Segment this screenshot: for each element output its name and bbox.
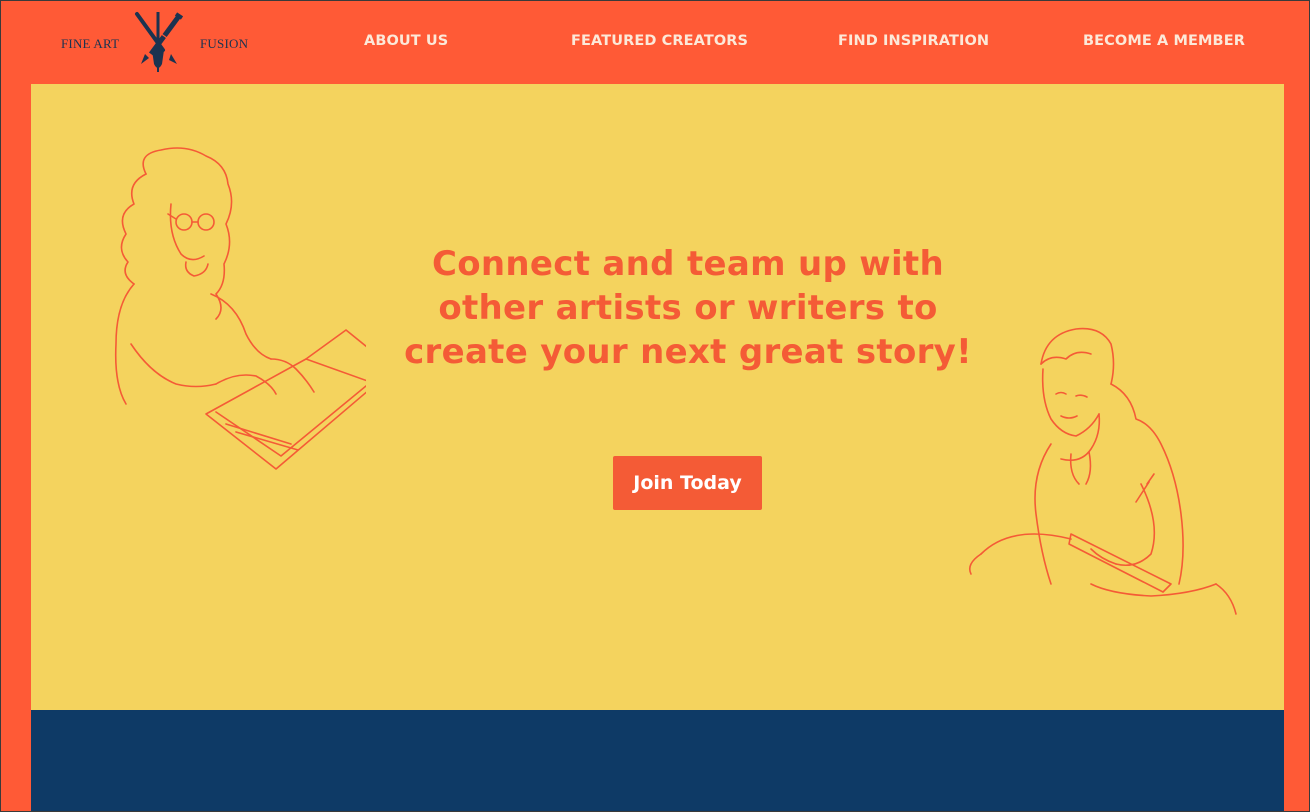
woman-laptop-illustration [114, 147, 366, 470]
nav-featured-creators[interactable]: FEATURED CREATORS [571, 33, 748, 49]
nav-find-inspiration[interactable]: FIND INSPIRATION [838, 33, 989, 49]
site-header: FINE ART FUSION ABOUT US FEATURED CREATO… [0, 0, 1310, 84]
logo-text-fine-art: FINE ART [61, 36, 120, 51]
site-logo[interactable]: FINE ART FUSION [60, 10, 250, 74]
logo-text-fusion: FUSION [200, 36, 249, 51]
join-today-button[interactable]: Join Today [613, 456, 762, 510]
hero-headline: Connect and team up with other artists o… [404, 244, 972, 372]
nav-about-us[interactable]: ABOUT US [364, 33, 448, 49]
man-drawing-illustration [968, 327, 1237, 615]
brush-pencil-crossed-icon [135, 12, 183, 72]
nav-become-a-member[interactable]: BECOME A MEMBER [1083, 33, 1245, 49]
footer-band [31, 710, 1284, 812]
hero-section: Connect and team up with other artists o… [31, 84, 1284, 710]
